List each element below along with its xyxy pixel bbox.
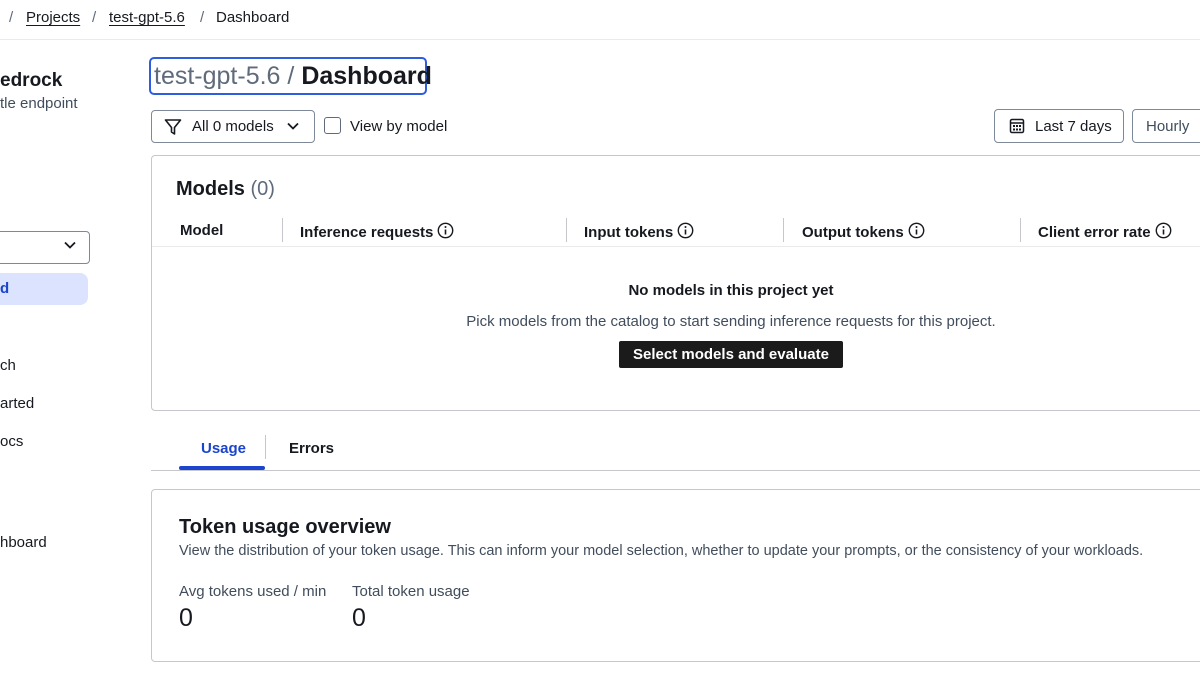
total-tokens-label: Total token usage <box>352 583 470 600</box>
column-divider <box>282 218 283 242</box>
info-icon[interactable] <box>437 222 454 243</box>
model-filter-label: All 0 models <box>192 118 274 135</box>
page-title-page: Dashboard <box>301 62 432 90</box>
column-header-label: Model <box>180 222 224 239</box>
breadcrumb: / Projects / test-gpt-5.6 / Dashboard <box>0 0 1200 40</box>
breadcrumb-projects-link[interactable]: Projects <box>26 9 80 26</box>
models-count: (0) <box>250 178 275 200</box>
breadcrumb-project-link[interactable]: test-gpt-5.6 <box>109 9 185 26</box>
token-usage-panel: Token usage overview View the distributi… <box>151 489 1200 662</box>
column-divider <box>566 218 567 242</box>
column-divider <box>783 218 784 242</box>
sidebar-item-getting-started[interactable]: arted <box>0 395 34 412</box>
granularity-button[interactable]: Hourly <box>1132 109 1200 143</box>
page-title-separator: / <box>287 62 295 90</box>
granularity-label: Hourly <box>1146 118 1190 135</box>
info-icon[interactable] <box>908 222 925 243</box>
tab-divider <box>265 435 266 459</box>
breadcrumb-separator: / <box>9 9 14 26</box>
info-icon[interactable] <box>1155 222 1172 243</box>
breadcrumb-separator: / <box>200 9 205 26</box>
sidebar-subtitle: tle endpoint <box>0 95 78 112</box>
total-tokens-value: 0 <box>352 604 366 632</box>
tab-usage[interactable]: Usage <box>201 440 246 457</box>
select-models-label: Select models and evaluate <box>633 346 829 363</box>
column-header-label: Inference requests <box>300 224 434 241</box>
token-usage-description: View the distribution of your token usag… <box>179 543 1144 559</box>
chevron-down-icon <box>286 119 300 138</box>
avg-tokens-value: 0 <box>179 604 193 632</box>
select-models-button[interactable]: Select models and evaluate <box>619 341 843 368</box>
column-header-model[interactable]: Model <box>180 222 223 239</box>
column-header-label: Output tokens <box>802 224 904 241</box>
models-title-text: Models <box>176 178 245 200</box>
empty-state-description: Pick models from the catalog to start se… <box>466 313 996 330</box>
sidebar-item-search[interactable]: ch <box>0 357 16 374</box>
date-range-label: Last 7 days <box>1035 118 1112 135</box>
sidebar-title: edrock <box>0 70 63 91</box>
column-header-input-tokens[interactable]: Input tokens <box>584 222 694 243</box>
column-header-label: Client error rate <box>1038 224 1151 241</box>
token-usage-title: Token usage overview <box>179 516 391 538</box>
table-header-divider <box>152 246 1200 247</box>
empty-state-title: No models in this project yet <box>628 282 834 299</box>
view-by-model-label[interactable]: View by model <box>350 118 447 135</box>
sidebar-item-label: d <box>0 280 10 297</box>
column-header-label: Input tokens <box>584 224 674 241</box>
model-filter-dropdown[interactable]: All 0 models <box>151 110 315 143</box>
tab-errors[interactable]: Errors <box>289 440 334 457</box>
column-divider <box>1020 218 1021 242</box>
column-header-output-tokens[interactable]: Output tokens <box>802 222 925 243</box>
sidebar-item-docs[interactable]: ocs <box>0 433 23 450</box>
breadcrumb-separator: / <box>92 9 97 26</box>
chevron-down-icon <box>63 238 77 257</box>
page-title-project: test-gpt-5.6 <box>154 62 281 90</box>
view-by-model-checkbox[interactable] <box>324 117 341 134</box>
info-icon[interactable] <box>677 222 694 243</box>
breadcrumb-current: Dashboard <box>216 9 290 26</box>
date-range-button[interactable]: Last 7 days <box>994 109 1124 143</box>
filter-icon <box>164 118 182 141</box>
calendar-icon <box>1009 118 1025 139</box>
models-title: Models (0) <box>176 178 275 201</box>
project-selector[interactable] <box>0 231 90 264</box>
models-panel: Models (0) Model Inference requests Inpu… <box>151 155 1200 411</box>
avg-tokens-label: Avg tokens used / min <box>179 583 327 600</box>
column-header-client-error-rate[interactable]: Client error rate <box>1038 222 1172 243</box>
column-header-inference-requests[interactable]: Inference requests <box>300 222 454 243</box>
sidebar-item-dashboard[interactable]: hboard <box>0 534 47 551</box>
sidebar-item-active[interactable]: d <box>0 273 88 305</box>
sidebar: edrock tle endpoint d ch arted ocs hboar… <box>0 40 140 675</box>
tabs-divider <box>151 470 1200 471</box>
page-title: test-gpt-5.6 / Dashboard <box>149 57 432 95</box>
